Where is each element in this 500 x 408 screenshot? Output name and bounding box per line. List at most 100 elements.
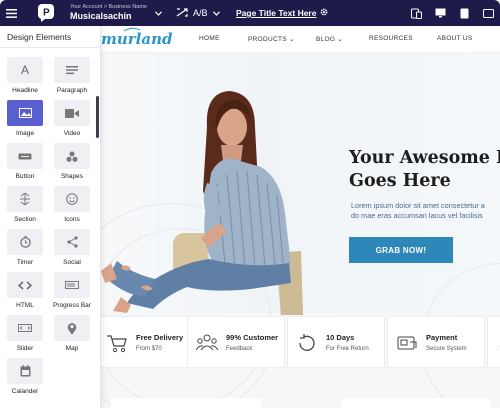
element-shapes[interactable] [54,143,90,169]
element-label: Video [63,130,81,137]
next-section-block [341,398,491,408]
nav-item-resources[interactable]: RESOURCES [369,35,413,42]
element-icons[interactable] [54,186,90,212]
element-video[interactable] [54,100,90,126]
panel-scrollbar[interactable] [96,96,99,138]
cart-icon [107,335,127,353]
menu-icon[interactable] [0,0,22,26]
chevron-down-icon: ⌄ [286,36,295,43]
paragraph-icon [66,65,78,75]
customers-icon [196,334,218,351]
panel-title: Design Elements [0,26,100,48]
nav-item-blog[interactable]: BLOG ⌄ [316,35,343,43]
account-label: Your Account > Business Name [70,3,147,10]
gear-icon[interactable] [320,8,328,18]
element-headline[interactable]: A [7,57,43,83]
icons-icon [66,193,78,205]
shapes-icon [66,151,78,162]
feature-card[interactable]: 99% Customer Feedback [187,316,285,368]
feature-icon [499,346,500,347]
page-title-editor[interactable]: Page Title Text Here [236,0,328,26]
feature-subtitle: Secure System [426,346,467,352]
hero-section: Your Awesome H Goes Here Lorem ipsum dol… [101,53,500,408]
hero-headline-line1: Your Awesome H [349,148,500,168]
tablet-preview-icon[interactable] [458,7,470,19]
page-canvas: murland HOME PRODUCTS ⌄ BLOG ⌄ RESOURCES… [101,26,500,408]
nav-item-about[interactable]: ABOUT US [437,35,473,42]
feature-title: 99% Customer [226,333,279,342]
return-icon [299,334,315,351]
slider-icon [18,324,32,332]
social-icon [66,236,78,248]
toolbar-icons [410,0,500,26]
element-label: Paragraph [56,87,88,94]
page-title[interactable]: Page Title Text Here [236,8,316,18]
ab-test-menu[interactable]: A/B [176,0,220,26]
feature-subtitle: From $70 [136,346,162,352]
timer-icon [19,236,31,248]
tablet-landscape-icon[interactable] [482,7,494,19]
editor-window: P Your Account > Business Name Musicalsa… [0,0,500,408]
feature-title: Free Delivery [136,333,184,342]
element-map[interactable] [54,315,90,341]
payment-icon [397,336,417,350]
hero-headline: Your Awesome H Goes Here [349,147,500,193]
grab-now-button[interactable]: GRAB NOW! [349,237,453,263]
desktop-preview-icon[interactable] [434,7,446,19]
feature-card[interactable]: 10 Days For Free Return [287,316,385,368]
next-section-block [111,398,261,408]
feature-card[interactable] [487,316,500,368]
element-progress-bar[interactable] [54,272,90,298]
element-button[interactable] [7,143,43,169]
section-icon [20,193,30,205]
account-name: Musicalsachin [70,11,132,22]
hero-headline-line2: Goes Here [349,171,451,191]
element-label: Progress Bar [53,302,91,309]
element-label: Shapes [60,173,84,180]
top-bar: P Your Account > Business Name Musicalsa… [0,0,500,26]
brand-swoosh-icon [123,27,141,32]
element-slider[interactable] [7,315,43,341]
element-section[interactable] [7,186,43,212]
button-icon [18,153,32,160]
nav-item-products-label: PRODUCTS [248,36,287,43]
element-label: Icons [64,216,80,223]
element-timer[interactable] [7,229,43,255]
design-elements-panel: Design Elements A Headline Paragraph Image V… [0,26,101,408]
site-brand[interactable]: murland [101,30,173,48]
feature-title: 10 Days [326,333,355,342]
element-paragraph[interactable] [54,57,90,83]
feature-card[interactable]: Payment Secure System [387,316,485,368]
element-label: Map [65,345,79,352]
nav-item-home[interactable]: HOME [199,35,220,42]
map-icon [67,322,77,335]
features-row: Free Delivery From $70 99% Customer Feed… [101,316,500,370]
hero-subtext-line2: do mae eras accumsan lacus vel facilisis [351,211,483,220]
feature-subtitle: For Free Return [326,346,369,352]
html-icon [18,281,32,290]
hero-subtext: Lorem ipsum dolor sit amet consectetur a… [351,201,485,221]
feature-card[interactable]: Free Delivery From $70 [101,316,191,368]
svg-text:P: P [43,8,50,19]
progress-bar-icon [65,281,79,289]
app-logo-icon: P [34,0,58,26]
feature-title: Payment [426,333,458,342]
account-switcher[interactable]: Your Account > Business Name Musicalsach… [70,3,162,22]
element-social[interactable] [54,229,90,255]
ab-label: A/B [193,8,208,18]
element-label: Calander [11,388,39,395]
mobile-preview-icon[interactable] [410,7,422,19]
element-html[interactable] [7,272,43,298]
site-header: murland HOME PRODUCTS ⌄ BLOG ⌄ RESOURCES… [101,26,500,53]
video-icon [65,108,79,118]
element-calander[interactable] [7,358,43,384]
headline-icon: A [20,63,29,77]
nav-item-products[interactable]: PRODUCTS ⌄ [248,35,295,43]
feature-subtitle: Feedback [226,346,253,352]
image-icon [18,108,32,118]
chevron-down-icon [212,10,220,16]
hero-model-image [101,91,303,315]
calendar-icon [20,365,31,377]
chevron-down-icon [155,9,162,18]
element-image[interactable] [7,100,43,126]
